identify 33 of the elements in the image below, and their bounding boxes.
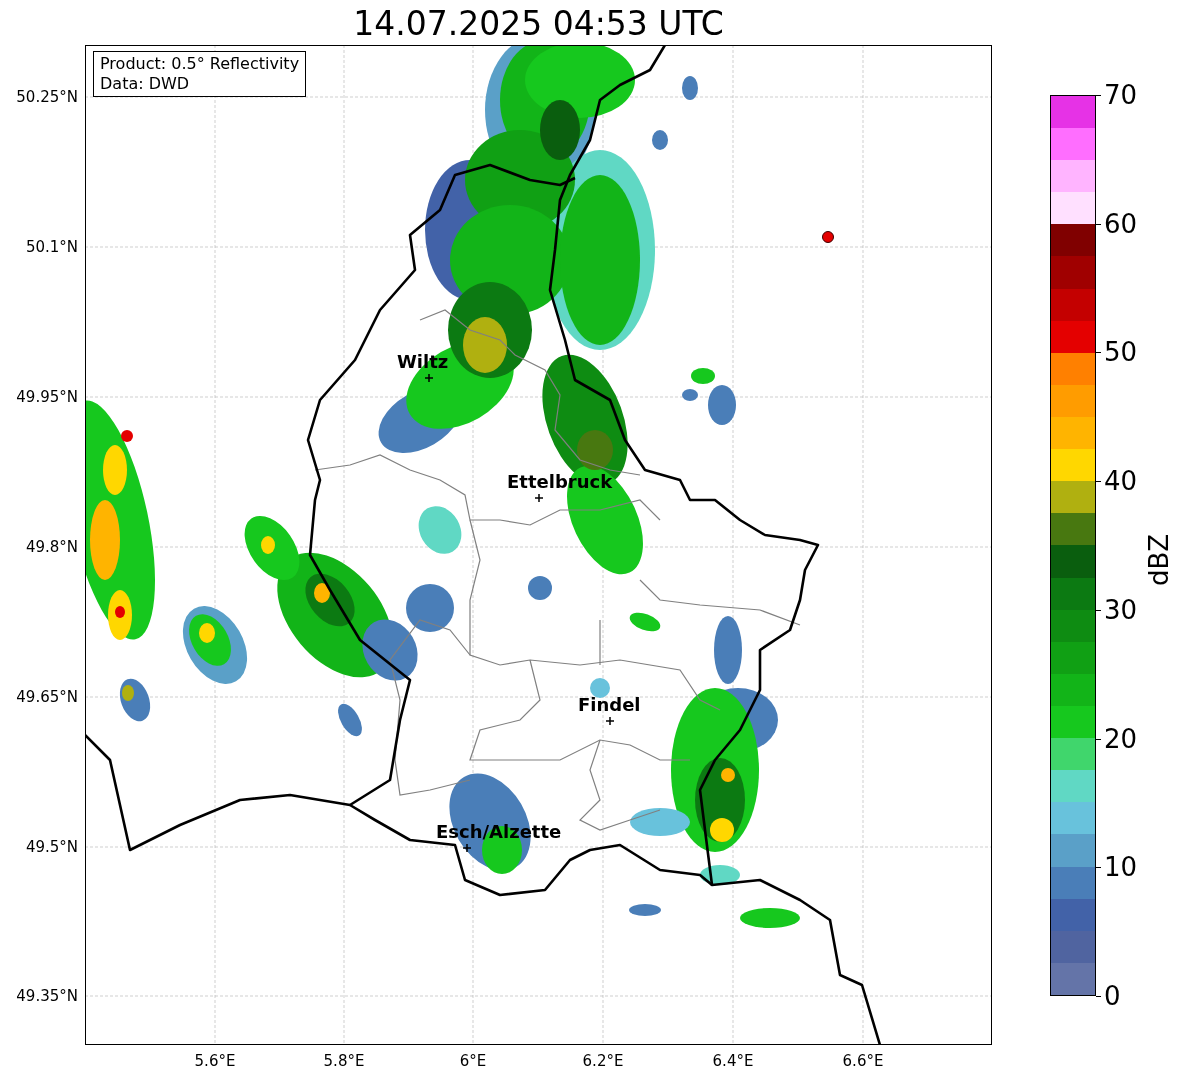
colorbar-tick-label: 20 [1104, 723, 1138, 754]
colorbar-tick-label: 10 [1104, 852, 1138, 883]
y-tick-label: 49.95°N [16, 388, 78, 406]
colorbar-tick-label: 30 [1104, 594, 1138, 625]
colorbar-tick-label: 60 [1104, 208, 1138, 239]
y-tick-label: 49.65°N [16, 688, 78, 706]
y-tick-label: 49.5°N [25, 838, 78, 856]
chart-title: 14.07.2025 04:53 UTC [352, 4, 725, 44]
plus-marker-icon [605, 716, 615, 726]
y-tick-label: 49.8°N [25, 538, 78, 556]
colorbar-label: dBZ [1144, 533, 1174, 587]
colorbar-tick-label: 50 [1104, 337, 1138, 368]
y-tick-label: 50.1°N [25, 238, 78, 256]
x-tick-label: 5.8°E [322, 1052, 366, 1070]
place-label: Esch/Alzette [436, 822, 562, 842]
x-tick-label: 6°E [458, 1052, 488, 1070]
tick-mark [1096, 996, 1101, 997]
x-tick-label: 5.6°E [193, 1052, 237, 1070]
plus-marker-icon [462, 843, 472, 853]
place-label: Findel [578, 695, 641, 715]
x-tick-label: 6.4°E [711, 1052, 755, 1070]
y-tick-label: 49.35°N [16, 987, 78, 1005]
plus-marker-icon [424, 373, 434, 383]
colorbar-tick-label: 0 [1104, 981, 1121, 1011]
y-tick-label: 50.25°N [16, 88, 78, 106]
plus-marker-icon [534, 493, 544, 503]
info-text: Data: DWD [100, 74, 191, 94]
site-marker-icon [822, 231, 834, 243]
info-text: Product: 0.5° Reflectivity [100, 54, 300, 74]
colorbar-tick-label: 40 [1104, 466, 1138, 497]
x-tick-label: 6.2°E [581, 1052, 625, 1070]
x-tick-label: 6.6°E [841, 1052, 885, 1070]
colorbar-tick-label: 70 [1104, 80, 1138, 110]
